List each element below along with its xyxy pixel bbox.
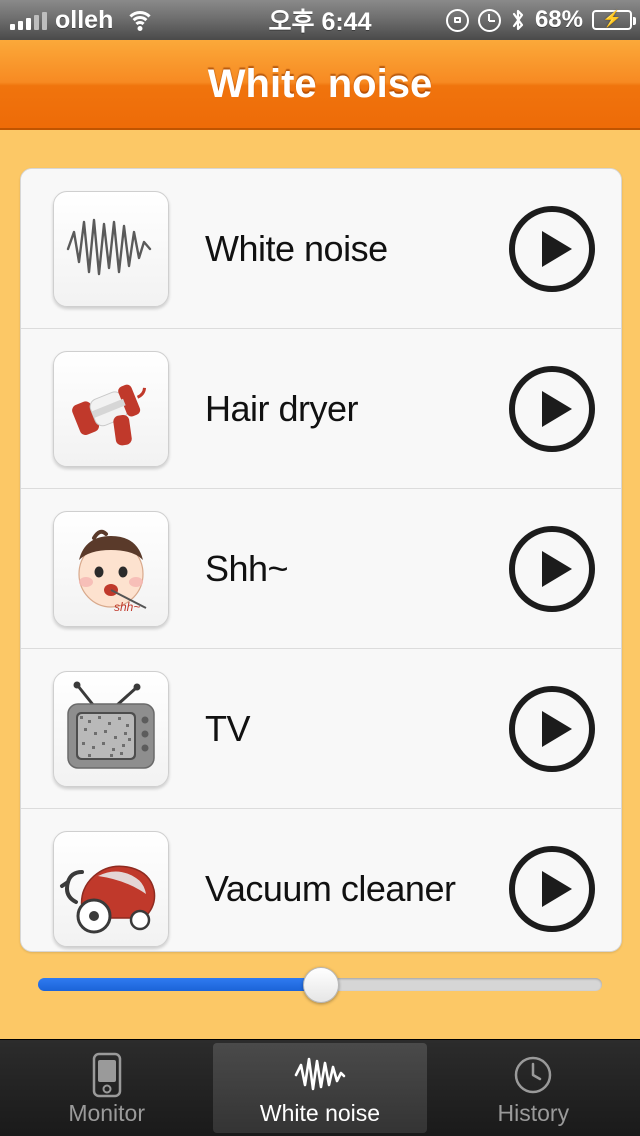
cellular-signal-icon — [10, 10, 47, 30]
phone-monitor-icon — [90, 1052, 124, 1098]
battery-charging-icon: ⚡ — [592, 10, 636, 30]
tab-monitor-label: Monitor — [68, 1099, 146, 1126]
list-item-label: TV — [205, 707, 251, 749]
list-item-label: Shh~ — [205, 547, 289, 589]
list-item[interactable]: White noise — [21, 169, 621, 329]
volume-slider-fill — [38, 978, 320, 991]
tab-white-noise-label: White noise — [259, 1099, 381, 1126]
tab-monitor[interactable]: Monitor — [0, 1040, 213, 1136]
clock-history-icon — [512, 1052, 554, 1098]
app-root: olleh 오후 6:44 68% ⚡ White noise White no… — [0, 0, 640, 1136]
svg-text:shh~: shh~ — [114, 600, 140, 614]
vacuum-cleaner-thumbnail-icon — [53, 831, 169, 947]
television-thumbnail-icon — [53, 670, 169, 787]
status-bar-left: olleh — [10, 5, 156, 35]
play-icon[interactable] — [509, 525, 595, 612]
play-icon[interactable] — [509, 846, 595, 932]
tab-white-noise[interactable]: White noise — [213, 1043, 427, 1133]
list-item[interactable]: TV — [21, 649, 621, 809]
list-item[interactable]: Vacuum cleaner — [21, 809, 621, 951]
waveform-thumbnail-icon — [53, 190, 169, 307]
list-item-label: White noise — [205, 227, 388, 269]
hair-dryer-thumbnail-icon — [53, 350, 169, 467]
waveform-icon — [294, 1052, 346, 1098]
status-bar: olleh 오후 6:44 68% ⚡ — [0, 0, 640, 40]
volume-slider[interactable] — [38, 967, 602, 1003]
tab-history-label: History — [497, 1099, 570, 1126]
tab-history[interactable]: History — [427, 1040, 640, 1136]
play-icon[interactable] — [509, 205, 595, 292]
rotation-lock-icon — [445, 8, 469, 32]
shushing-face-thumbnail-icon: shh~ — [53, 510, 169, 627]
alarm-clock-icon — [477, 8, 501, 32]
carrier-name: olleh — [55, 5, 114, 34]
navigation-bar: White noise — [0, 40, 640, 130]
list-item-label: Hair dryer — [205, 387, 359, 429]
play-icon[interactable] — [509, 365, 595, 452]
list-item[interactable]: shh~ Shh~ — [21, 489, 621, 649]
tab-bar: Monitor White noise History — [0, 1039, 640, 1136]
sound-list: White noise Hair dryer shh~ Shh~ TV Vacu… — [20, 168, 622, 952]
status-bar-right: 68% ⚡ — [445, 6, 636, 34]
list-item-label: Vacuum cleaner — [205, 868, 456, 909]
battery-percent-label: 68% — [534, 6, 583, 33]
bluetooth-icon — [510, 8, 526, 32]
play-icon[interactable] — [509, 685, 595, 772]
wifi-icon — [125, 9, 156, 31]
page-title: White noise — [207, 61, 433, 106]
list-item[interactable]: Hair dryer — [21, 329, 621, 489]
volume-slider-knob[interactable] — [303, 967, 339, 1003]
